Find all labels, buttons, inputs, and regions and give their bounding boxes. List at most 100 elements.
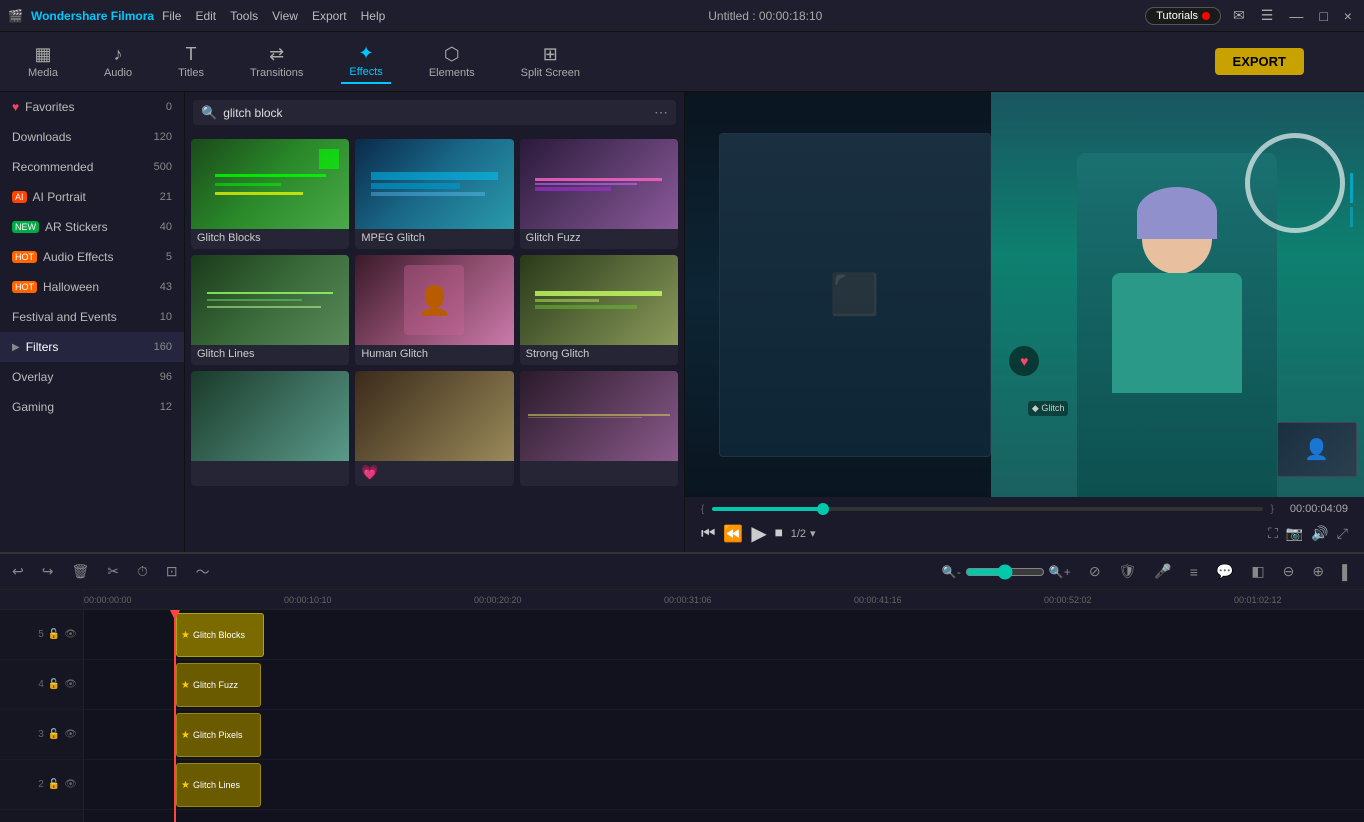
skip-back-button[interactable]: ⏮ bbox=[701, 525, 715, 543]
toolbar-effects[interactable]: ✦ Effects bbox=[341, 39, 390, 84]
menu-file[interactable]: File bbox=[162, 9, 181, 23]
adjust-button[interactable]: ⊡ bbox=[162, 561, 182, 582]
eye-icon-2[interactable]: 👁 bbox=[64, 779, 77, 790]
favorites-count: 0 bbox=[166, 101, 172, 113]
effect-card-human-glitch[interactable]: 👤 Human Glitch bbox=[355, 255, 513, 365]
sidebar: ♥ Favorites 0 Downloads 120 Recommended … bbox=[0, 92, 185, 552]
expand-icon[interactable]: ⤢ bbox=[1337, 525, 1348, 542]
menu-help[interactable]: Help bbox=[361, 9, 386, 23]
track-row-4: ★ Glitch Fuzz bbox=[84, 660, 1364, 710]
human-glitch-label: Human Glitch bbox=[355, 345, 513, 365]
ruler-time-2: 00:00:20:20 bbox=[474, 595, 522, 605]
timer-button[interactable]: ⏱ bbox=[133, 561, 152, 582]
search-input[interactable] bbox=[223, 106, 648, 120]
clip-glitch-blocks[interactable]: ★ Glitch Blocks bbox=[176, 613, 264, 657]
noise-reduction-button[interactable]: ⊘ bbox=[1085, 561, 1105, 582]
effect-card-3b[interactable]: 💗 bbox=[355, 371, 513, 486]
audio-wave-button[interactable]: 〜 bbox=[192, 560, 214, 584]
tutorials-button[interactable]: Tutorials bbox=[1145, 7, 1221, 25]
lock-icon-4[interactable]: 🔓 bbox=[48, 679, 60, 690]
eye-icon-4[interactable]: 👁 bbox=[64, 679, 77, 690]
clip-glitch-fuzz[interactable]: ★ Glitch Fuzz bbox=[176, 663, 261, 707]
maximize-button[interactable]: □ bbox=[1315, 8, 1331, 24]
zoom-in-icon[interactable]: 🔍+ bbox=[1049, 565, 1071, 579]
toolbar-split-screen[interactable]: ⊞ Split Screen bbox=[513, 40, 588, 83]
effect-card-glitch-lines[interactable]: Glitch Lines bbox=[191, 255, 349, 365]
effect-card-strong-glitch[interactable]: Strong Glitch bbox=[520, 255, 678, 365]
effects-label: Effects bbox=[349, 66, 382, 78]
timeline-toolbar: ↩ ↪ 🗑 ✂ ⏱ ⊡ 〜 🔍- 🔍+ ⊘ 🛡 🎤 ≡ 💬 ◧ ⊖ ⊕ ▌ bbox=[0, 554, 1364, 590]
effect-card-glitch-blocks[interactable]: Glitch Blocks bbox=[191, 139, 349, 249]
effect-3a-thumb bbox=[191, 371, 349, 461]
sidebar-item-gaming[interactable]: Gaming 12 bbox=[0, 392, 184, 422]
lock-icon-5[interactable]: 🔓 bbox=[48, 629, 60, 640]
sidebar-item-audio-effects[interactable]: HOT Audio Effects 5 bbox=[0, 242, 184, 272]
caption-button[interactable]: ≡ bbox=[1186, 562, 1202, 582]
eye-icon-3[interactable]: 👁 bbox=[64, 729, 77, 740]
message-icon[interactable]: ✉ bbox=[1229, 7, 1249, 24]
ruler-time-1: 00:00:10:10 bbox=[284, 595, 332, 605]
playhead[interactable] bbox=[174, 610, 176, 822]
toolbar-titles[interactable]: T Titles bbox=[170, 40, 212, 83]
progress-bar[interactable] bbox=[712, 507, 1262, 511]
close-button[interactable]: × bbox=[1340, 8, 1356, 24]
menu-tools[interactable]: Tools bbox=[230, 9, 258, 23]
toolbar-elements[interactable]: ⬡ Elements bbox=[421, 40, 483, 83]
recommended-count: 500 bbox=[154, 161, 172, 173]
sidebar-item-festival[interactable]: Festival and Events 10 bbox=[0, 302, 184, 332]
clip-glitch-pixels[interactable]: ★ Glitch Pixels bbox=[176, 713, 261, 757]
stop-button[interactable]: ⏹ bbox=[775, 525, 783, 543]
plus-button[interactable]: ⊕ bbox=[1308, 561, 1328, 582]
sidebar-item-ar-stickers[interactable]: NEW AR Stickers 40 bbox=[0, 212, 184, 242]
sidebar-toggle[interactable]: ▌ bbox=[1338, 562, 1356, 582]
toolbar-transitions[interactable]: ⇄ Transitions bbox=[242, 40, 311, 83]
shield-button[interactable]: 🛡 bbox=[1115, 561, 1141, 582]
clip-star-icon-2: ★ bbox=[181, 680, 190, 691]
menu-edit[interactable]: Edit bbox=[195, 9, 216, 23]
effect-card-3a[interactable] bbox=[191, 371, 349, 486]
titles-icon: T bbox=[186, 44, 197, 65]
step-back-button[interactable]: ⏪ bbox=[723, 524, 743, 544]
lock-icon-2[interactable]: 🔓 bbox=[48, 779, 60, 790]
volume-icon[interactable]: 🔊 bbox=[1311, 525, 1328, 542]
clip-glitch-pixels-label: Glitch Pixels bbox=[193, 730, 243, 740]
undo-button[interactable]: ↩ bbox=[8, 561, 28, 582]
eye-icon-5[interactable]: 👁 bbox=[64, 629, 77, 640]
sidebar-item-overlay[interactable]: Overlay 96 bbox=[0, 362, 184, 392]
overlay-label: Overlay bbox=[12, 370, 53, 384]
fullscreen-icon[interactable]: ⛶ bbox=[1268, 525, 1278, 542]
cut-button[interactable]: ✂ bbox=[103, 561, 123, 582]
clip-glitch-lines[interactable]: ★ Glitch Lines bbox=[176, 763, 261, 807]
redo-button[interactable]: ↪ bbox=[38, 561, 58, 582]
export-button[interactable]: EXPORT bbox=[1215, 48, 1304, 75]
effect-card-glitch-fuzz[interactable]: Glitch Fuzz bbox=[520, 139, 678, 249]
sidebar-item-ai-portrait[interactable]: AI AI Portrait 21 bbox=[0, 182, 184, 212]
search-options-icon[interactable]: ⋯ bbox=[654, 104, 668, 121]
effect-card-mpeg-glitch[interactable]: MPEG Glitch bbox=[355, 139, 513, 249]
list-icon[interactable]: ☰ bbox=[1257, 7, 1278, 24]
zoom-out-icon[interactable]: 🔍- bbox=[942, 565, 961, 579]
camera-icon[interactable]: 📷 bbox=[1286, 525, 1303, 542]
zoom-slider[interactable] bbox=[965, 564, 1045, 580]
sidebar-item-favorites[interactable]: ♥ Favorites 0 bbox=[0, 92, 184, 122]
menu-export[interactable]: Export bbox=[312, 9, 347, 23]
glitch-fuzz-thumb bbox=[520, 139, 678, 229]
delete-button[interactable]: 🗑 bbox=[67, 561, 93, 582]
toolbar-media[interactable]: ▦ Media bbox=[20, 40, 66, 83]
new-badge: NEW bbox=[12, 221, 39, 233]
sidebar-item-downloads[interactable]: Downloads 120 bbox=[0, 122, 184, 152]
play-button[interactable]: ▶ bbox=[751, 521, 766, 546]
menu-view[interactable]: View bbox=[272, 9, 298, 23]
lut-button[interactable]: ◧ bbox=[1247, 561, 1268, 582]
sidebar-item-halloween[interactable]: HOT Halloween 43 bbox=[0, 272, 184, 302]
minimize-button[interactable]: — bbox=[1285, 8, 1307, 24]
mic-button[interactable]: 🎤 bbox=[1150, 561, 1175, 582]
toolbar-audio[interactable]: ♪ Audio bbox=[96, 40, 140, 83]
minus-button[interactable]: ⊖ bbox=[1279, 561, 1299, 582]
lock-icon-3[interactable]: 🔓 bbox=[48, 729, 60, 740]
subtitle-button[interactable]: 💬 bbox=[1212, 561, 1237, 582]
sidebar-item-recommended[interactable]: Recommended 500 bbox=[0, 152, 184, 182]
effect-card-3c[interactable] bbox=[520, 371, 678, 486]
sidebar-item-filters[interactable]: ▶ Filters 160 bbox=[0, 332, 184, 362]
page-dropdown-icon[interactable]: ▾ bbox=[810, 527, 816, 540]
